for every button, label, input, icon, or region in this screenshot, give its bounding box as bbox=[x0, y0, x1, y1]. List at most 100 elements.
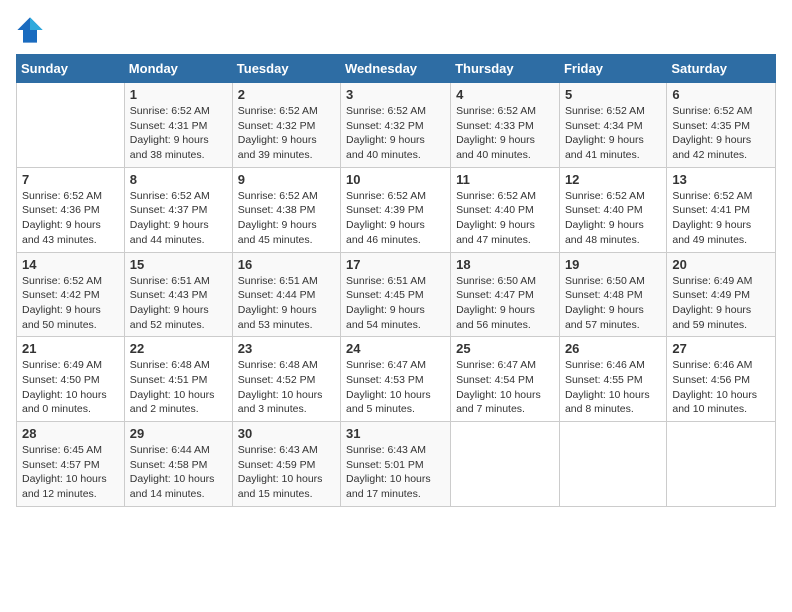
day-number: 21 bbox=[22, 341, 119, 356]
calendar-table: SundayMondayTuesdayWednesdayThursdayFrid… bbox=[16, 54, 776, 507]
day-number: 25 bbox=[456, 341, 554, 356]
day-info: Sunrise: 6:47 AMSunset: 4:53 PMDaylight:… bbox=[346, 358, 445, 417]
calendar-cell: 14 Sunrise: 6:52 AMSunset: 4:42 PMDayligh… bbox=[17, 252, 125, 337]
calendar-week-row: 14 Sunrise: 6:52 AMSunset: 4:42 PMDayligh… bbox=[17, 252, 776, 337]
day-number: 2 bbox=[238, 87, 335, 102]
calendar-week-row: 21 Sunrise: 6:49 AMSunset: 4:50 PMDayligh… bbox=[17, 337, 776, 422]
day-number: 3 bbox=[346, 87, 445, 102]
day-number: 7 bbox=[22, 172, 119, 187]
day-info: Sunrise: 6:52 AMSunset: 4:35 PMDaylight:… bbox=[672, 104, 770, 163]
day-info: Sunrise: 6:46 AMSunset: 4:56 PMDaylight:… bbox=[672, 358, 770, 417]
day-info: Sunrise: 6:52 AMSunset: 4:40 PMDaylight:… bbox=[565, 189, 661, 248]
page-header bbox=[16, 16, 776, 44]
day-info: Sunrise: 6:49 AMSunset: 4:50 PMDaylight:… bbox=[22, 358, 119, 417]
day-number: 23 bbox=[238, 341, 335, 356]
day-number: 1 bbox=[130, 87, 227, 102]
calendar-cell: 20 Sunrise: 6:49 AMSunset: 4:49 PMDayligh… bbox=[667, 252, 776, 337]
day-number: 13 bbox=[672, 172, 770, 187]
calendar-cell bbox=[451, 422, 560, 507]
day-number: 17 bbox=[346, 257, 445, 272]
day-info: Sunrise: 6:48 AMSunset: 4:51 PMDaylight:… bbox=[130, 358, 227, 417]
day-number: 26 bbox=[565, 341, 661, 356]
header-day: Saturday bbox=[667, 55, 776, 83]
calendar-header: SundayMondayTuesdayWednesdayThursdayFrid… bbox=[17, 55, 776, 83]
day-info: Sunrise: 6:43 AMSunset: 4:59 PMDaylight:… bbox=[238, 443, 335, 502]
day-info: Sunrise: 6:52 AMSunset: 4:32 PMDaylight:… bbox=[346, 104, 445, 163]
calendar-cell: 9Sunrise: 6:52 AMSunset: 4:38 PMDaylight… bbox=[232, 167, 340, 252]
calendar-cell bbox=[667, 422, 776, 507]
day-info: Sunrise: 6:52 AMSunset: 4:41 PMDaylight:… bbox=[672, 189, 770, 248]
day-number: 28 bbox=[22, 426, 119, 441]
day-number: 12 bbox=[565, 172, 661, 187]
day-info: Sunrise: 6:52 AMSunset: 4:40 PMDaylight:… bbox=[456, 189, 554, 248]
calendar-cell: 10Sunrise: 6:52 AMSunset: 4:39 PMDayligh… bbox=[341, 167, 451, 252]
day-number: 5 bbox=[565, 87, 661, 102]
calendar-cell: 15 Sunrise: 6:51 AMSunset: 4:43 PMDayligh… bbox=[124, 252, 232, 337]
calendar-cell: 27 Sunrise: 6:46 AMSunset: 4:56 PMDayligh… bbox=[667, 337, 776, 422]
day-info: Sunrise: 6:48 AMSunset: 4:52 PMDaylight:… bbox=[238, 358, 335, 417]
day-info: Sunrise: 6:49 AMSunset: 4:49 PMDaylight:… bbox=[672, 274, 770, 333]
day-number: 27 bbox=[672, 341, 770, 356]
calendar-cell: 12 Sunrise: 6:52 AMSunset: 4:40 PMDayligh… bbox=[559, 167, 666, 252]
logo-icon bbox=[16, 16, 44, 44]
calendar-cell: 7 Sunrise: 6:52 AMSunset: 4:36 PMDaylight… bbox=[17, 167, 125, 252]
day-number: 19 bbox=[565, 257, 661, 272]
calendar-cell: 30Sunrise: 6:43 AMSunset: 4:59 PMDayligh… bbox=[232, 422, 340, 507]
day-info: Sunrise: 6:45 AMSunset: 4:57 PMDaylight:… bbox=[22, 443, 119, 502]
calendar-cell: 4 Sunrise: 6:52 AMSunset: 4:33 PMDaylight… bbox=[451, 83, 560, 168]
calendar-cell: 13 Sunrise: 6:52 AMSunset: 4:41 PMDayligh… bbox=[667, 167, 776, 252]
header-day: Wednesday bbox=[341, 55, 451, 83]
day-number: 22 bbox=[130, 341, 227, 356]
calendar-cell bbox=[559, 422, 666, 507]
day-info: Sunrise: 6:44 AMSunset: 4:58 PMDaylight:… bbox=[130, 443, 227, 502]
calendar-cell: 26 Sunrise: 6:46 AMSunset: 4:55 PMDayligh… bbox=[559, 337, 666, 422]
calendar-cell: 3 Sunrise: 6:52 AMSunset: 4:32 PMDaylight… bbox=[341, 83, 451, 168]
day-info: Sunrise: 6:52 AMSunset: 4:31 PMDaylight:… bbox=[130, 104, 227, 163]
day-number: 14 bbox=[22, 257, 119, 272]
header-day: Sunday bbox=[17, 55, 125, 83]
calendar-cell: 8 Sunrise: 6:52 AMSunset: 4:37 PMDaylight… bbox=[124, 167, 232, 252]
day-info: Sunrise: 6:52 AMSunset: 4:32 PMDaylight:… bbox=[238, 104, 335, 163]
day-number: 8 bbox=[130, 172, 227, 187]
day-number: 4 bbox=[456, 87, 554, 102]
calendar-week-row: 1 Sunrise: 6:52 AMSunset: 4:31 PMDaylight… bbox=[17, 83, 776, 168]
calendar-cell: 22 Sunrise: 6:48 AMSunset: 4:51 PMDayligh… bbox=[124, 337, 232, 422]
day-info: Sunrise: 6:50 AMSunset: 4:48 PMDaylight:… bbox=[565, 274, 661, 333]
calendar-cell: 6Sunrise: 6:52 AMSunset: 4:35 PMDaylight… bbox=[667, 83, 776, 168]
calendar-cell: 29 Sunrise: 6:44 AMSunset: 4:58 PMDayligh… bbox=[124, 422, 232, 507]
header-day: Thursday bbox=[451, 55, 560, 83]
day-number: 20 bbox=[672, 257, 770, 272]
day-info: Sunrise: 6:52 AMSunset: 4:34 PMDaylight:… bbox=[565, 104, 661, 163]
day-number: 24 bbox=[346, 341, 445, 356]
day-info: Sunrise: 6:51 AMSunset: 4:45 PMDaylight:… bbox=[346, 274, 445, 333]
calendar-cell: 18Sunrise: 6:50 AMSunset: 4:47 PMDayligh… bbox=[451, 252, 560, 337]
day-info: Sunrise: 6:47 AMSunset: 4:54 PMDaylight:… bbox=[456, 358, 554, 417]
calendar-cell: 19 Sunrise: 6:50 AMSunset: 4:48 PMDayligh… bbox=[559, 252, 666, 337]
day-info: Sunrise: 6:46 AMSunset: 4:55 PMDaylight:… bbox=[565, 358, 661, 417]
calendar-week-row: 28 Sunrise: 6:45 AMSunset: 4:57 PMDayligh… bbox=[17, 422, 776, 507]
day-info: Sunrise: 6:52 AMSunset: 4:37 PMDaylight:… bbox=[130, 189, 227, 248]
day-info: Sunrise: 6:52 AMSunset: 4:36 PMDaylight:… bbox=[22, 189, 119, 248]
header-day: Monday bbox=[124, 55, 232, 83]
calendar-cell: 17 Sunrise: 6:51 AMSunset: 4:45 PMDayligh… bbox=[341, 252, 451, 337]
day-number: 15 bbox=[130, 257, 227, 272]
calendar-cell: 1 Sunrise: 6:52 AMSunset: 4:31 PMDaylight… bbox=[124, 83, 232, 168]
day-number: 29 bbox=[130, 426, 227, 441]
calendar-cell: 11Sunrise: 6:52 AMSunset: 4:40 PMDayligh… bbox=[451, 167, 560, 252]
day-number: 16 bbox=[238, 257, 335, 272]
calendar-cell: 23 Sunrise: 6:48 AMSunset: 4:52 PMDayligh… bbox=[232, 337, 340, 422]
calendar-cell: 5 Sunrise: 6:52 AMSunset: 4:34 PMDaylight… bbox=[559, 83, 666, 168]
day-info: Sunrise: 6:52 AMSunset: 4:42 PMDaylight:… bbox=[22, 274, 119, 333]
day-number: 10 bbox=[346, 172, 445, 187]
header-day: Friday bbox=[559, 55, 666, 83]
day-info: Sunrise: 6:51 AMSunset: 4:43 PMDaylight:… bbox=[130, 274, 227, 333]
day-number: 9 bbox=[238, 172, 335, 187]
calendar-cell: 24 Sunrise: 6:47 AMSunset: 4:53 PMDayligh… bbox=[341, 337, 451, 422]
calendar-body: 1 Sunrise: 6:52 AMSunset: 4:31 PMDaylight… bbox=[17, 83, 776, 507]
day-info: Sunrise: 6:52 AMSunset: 4:33 PMDaylight:… bbox=[456, 104, 554, 163]
calendar-cell: 21 Sunrise: 6:49 AMSunset: 4:50 PMDayligh… bbox=[17, 337, 125, 422]
calendar-week-row: 7 Sunrise: 6:52 AMSunset: 4:36 PMDaylight… bbox=[17, 167, 776, 252]
header-row: SundayMondayTuesdayWednesdayThursdayFrid… bbox=[17, 55, 776, 83]
calendar-cell: 28 Sunrise: 6:45 AMSunset: 4:57 PMDayligh… bbox=[17, 422, 125, 507]
calendar-cell bbox=[17, 83, 125, 168]
